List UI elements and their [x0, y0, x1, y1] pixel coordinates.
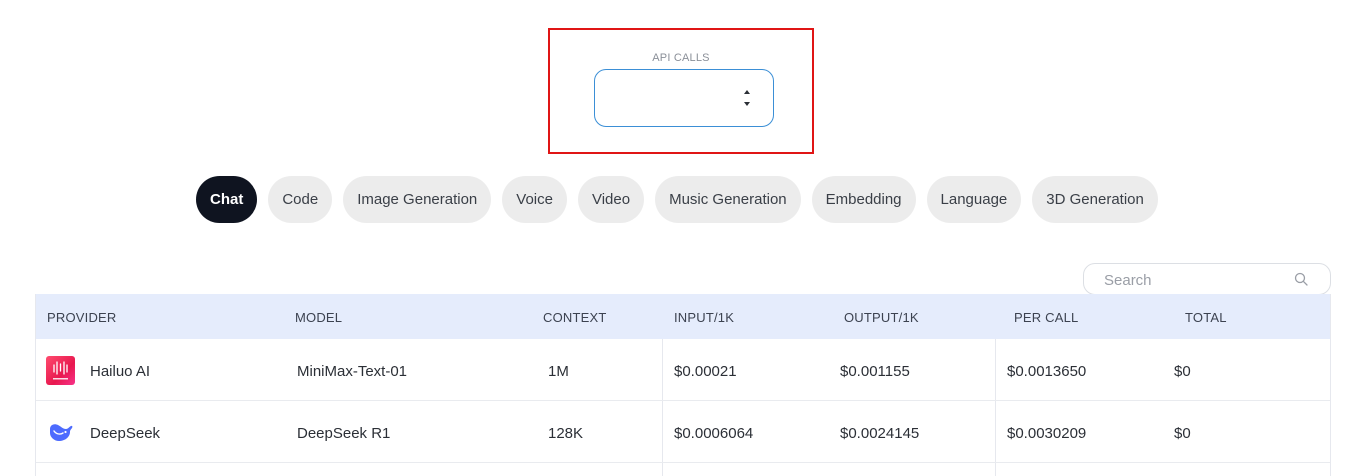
header-per-call: PER CALL [1014, 310, 1079, 325]
api-calls-label: API CALLS [652, 52, 710, 64]
provider-name: DeepSeek [90, 425, 161, 442]
caret-down-icon [744, 102, 750, 106]
tab-code[interactable]: Code [268, 176, 333, 223]
tab-voice[interactable]: Voice [502, 176, 567, 223]
model-name: DeepSeek R1 [297, 425, 391, 442]
per-call-price: $0.0030209 [1007, 425, 1087, 442]
api-calls-input[interactable] [605, 78, 735, 118]
total-price: $0 [1174, 363, 1191, 380]
api-calls-highlight: API CALLS [548, 28, 814, 154]
input-price: $0.00021 [674, 363, 737, 380]
table-row[interactable]: Hailuo AI MiniMax-Text-01 1M $0.00021 $0… [36, 339, 1330, 401]
header-model: MODEL [295, 310, 343, 325]
hailuo-logo-icon [46, 356, 75, 385]
tab-language[interactable]: Language [926, 176, 1022, 223]
header-provider: PROVIDER [47, 310, 117, 325]
total-price: $0 [1174, 425, 1191, 442]
decrement-button[interactable] [741, 99, 753, 109]
tab-chat[interactable]: Chat [196, 176, 258, 223]
tab-video[interactable]: Video [577, 176, 645, 223]
api-calls-field[interactable] [594, 69, 774, 127]
api-calls-stepper[interactable] [741, 87, 753, 109]
header-context: CONTEXT [543, 310, 607, 325]
tab-music-generation[interactable]: Music Generation [655, 176, 801, 223]
model-name: MiniMax-Text-01 [297, 363, 408, 380]
tab-image-generation[interactable]: Image Generation [343, 176, 492, 223]
input-price: $0.0006064 [674, 425, 754, 442]
table-row[interactable]: DeepSeek DeepSeek R1 128K $0.0006064 $0.… [36, 401, 1330, 463]
tab-embedding[interactable]: Embedding [811, 176, 916, 223]
table-header: PROVIDER MODEL CONTEXT INPUT/1K OUTPUT/1… [36, 294, 1330, 339]
category-tabs: Chat Code Image Generation Voice Video M… [196, 176, 1158, 223]
provider-name: Hailuo AI [90, 363, 151, 380]
caret-up-icon [744, 90, 750, 94]
header-input: INPUT/1K [674, 310, 735, 325]
header-total: TOTAL [1185, 310, 1227, 325]
header-output: OUTPUT/1K [844, 310, 919, 325]
context-value: 1M [548, 363, 569, 380]
search-icon[interactable] [1294, 272, 1308, 286]
output-price: $0.0024145 [840, 425, 920, 442]
tab-3d-generation[interactable]: 3D Generation [1032, 176, 1158, 223]
search-box [1083, 263, 1331, 295]
pricing-table: PROVIDER MODEL CONTEXT INPUT/1K OUTPUT/1… [35, 294, 1331, 476]
deepseek-logo-icon [50, 424, 73, 441]
output-price: $0.001155 [840, 363, 910, 380]
context-value: 128K [548, 425, 584, 442]
per-call-price: $0.0013650 [1007, 363, 1087, 380]
search-input[interactable] [1104, 270, 1284, 290]
increment-button[interactable] [741, 87, 753, 97]
